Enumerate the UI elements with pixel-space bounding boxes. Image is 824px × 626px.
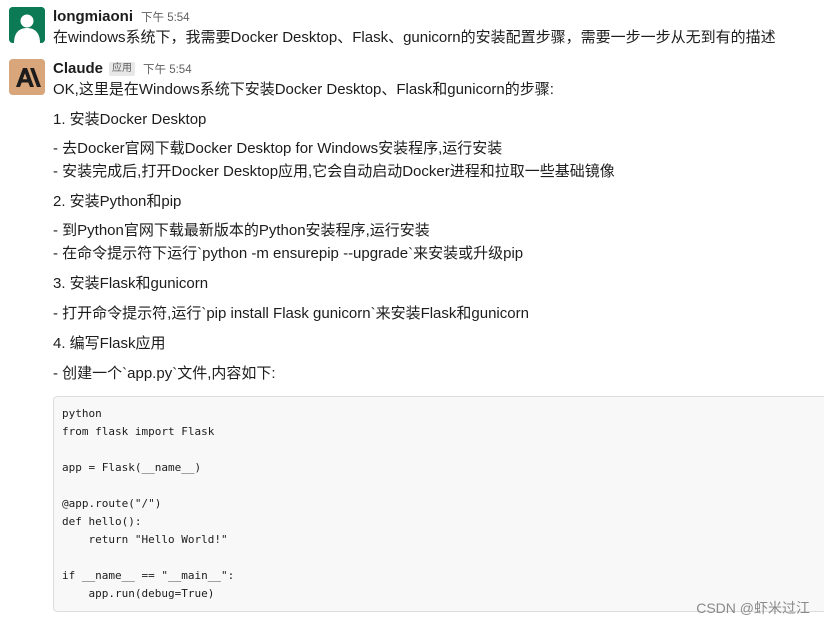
user-avatar-icon — [9, 7, 45, 43]
user-message-text: 在windows系统下，我需要Docker Desktop、Flask、guni… — [53, 29, 776, 46]
app-badge: 应用 — [109, 61, 136, 76]
code-line: if __name__ == "__main__": — [62, 569, 235, 582]
step-1-item-1: - 去Docker官网下载Docker Desktop for Windows安… — [53, 140, 503, 157]
code-line: app = Flask(__name__) — [62, 461, 202, 474]
step-1-heading: 1. 安装Docker Desktop — [53, 111, 207, 128]
step-1-item-2: - 安装完成后,打开Docker Desktop应用,它会自动启动Docker进… — [53, 163, 615, 180]
step-4-heading: 4. 编写Flask应用 — [53, 335, 166, 352]
step-3-item-1: - 打开命令提示符,运行`pip install Flask gunicorn`… — [53, 305, 529, 322]
user-timestamp[interactable]: 下午 5:54 — [141, 9, 190, 25]
anthropic-logo-icon — [9, 59, 45, 95]
claude-avatar[interactable] — [9, 59, 45, 95]
step-2-item-2: - 在命令提示符下运行`python -m ensurepip --upgrad… — [53, 245, 524, 262]
user-name[interactable]: longmiaoni — [53, 8, 133, 25]
claude-timestamp[interactable]: 下午 5:54 — [143, 61, 192, 77]
claude-name[interactable]: Claude — [53, 60, 103, 77]
step-2-item-1: - 到Python官网下载最新版本的Python安装程序,运行安装 — [53, 222, 430, 239]
code-line: app.run(debug=True) — [62, 587, 215, 600]
step-4-item-1: - 创建一个`app.py`文件,内容如下: — [53, 365, 276, 382]
step-3-heading: 3. 安装Flask和gunicorn — [53, 275, 209, 292]
chat-window: longmiaoni 下午 5:54 在windows系统下，我需要Docker… — [0, 0, 824, 626]
user-message-header: longmiaoni 下午 5:54 — [53, 8, 190, 25]
reply-intro: OK,这里是在Windows系统下安装Docker Desktop、Flask和… — [53, 81, 554, 98]
code-line: return "Hello World!" — [62, 533, 228, 546]
code-line: def hello(): — [62, 515, 142, 528]
code-line: from flask import Flask — [62, 425, 215, 438]
code-line: python — [62, 407, 102, 420]
user-avatar[interactable] — [9, 7, 45, 43]
claude-message-header: Claude 应用 下午 5:54 — [53, 60, 192, 77]
watermark: CSDN @虾米过江 — [696, 600, 810, 616]
code-line: @app.route("/") — [62, 497, 162, 510]
step-2-heading: 2. 安装Python和pip — [53, 193, 182, 210]
code-block[interactable]: python from flask import Flask app = Fla… — [53, 396, 824, 612]
